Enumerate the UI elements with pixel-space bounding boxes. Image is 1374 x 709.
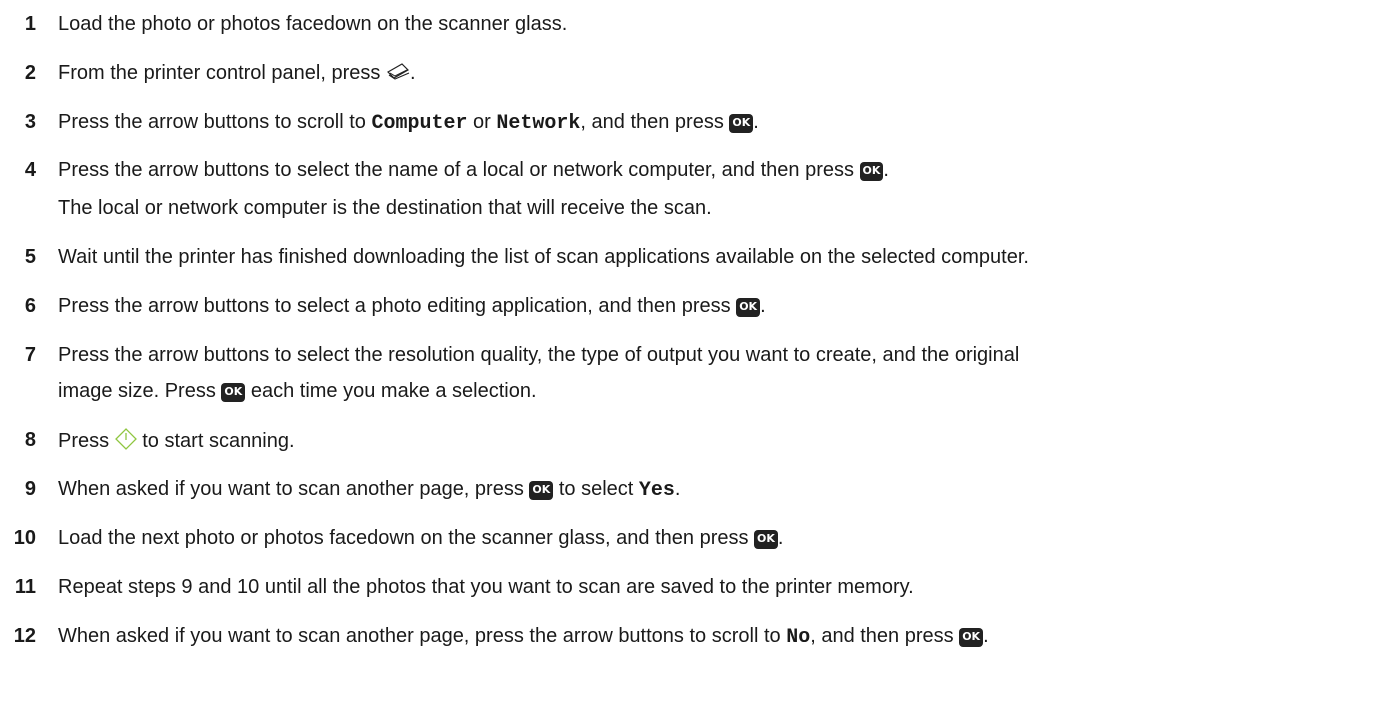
step-text: Press the arrow buttons to scroll to Com… [58, 110, 759, 136]
step-text-part: , and then press [810, 625, 954, 647]
step-text: Repeat steps 9 and 10 until all the phot… [58, 576, 914, 598]
step-text-part: Press the arrow buttons to scroll to [58, 111, 372, 133]
ok-button-icon: OK [221, 383, 246, 402]
step-text-part: each time you make a selection. [250, 380, 537, 402]
ok-button-icon: OK [736, 298, 761, 317]
step-text-part: . [760, 295, 766, 317]
step-text-part: to select [558, 478, 639, 500]
menu-option-no: No [786, 626, 811, 649]
step-text-part: image size. Press [58, 380, 216, 402]
ok-button-icon: OK [729, 114, 754, 133]
step-number: 10 [13, 527, 36, 549]
step-number: 11 [14, 576, 36, 598]
step-number: 5 [24, 246, 36, 268]
ok-button-icon: OK [959, 628, 984, 647]
step-text-part: to start scanning. [142, 430, 295, 452]
step-text: Press the arrow buttons to select the re… [58, 344, 1020, 366]
step-text-part: . [674, 478, 681, 500]
step-text-part: . [753, 111, 759, 133]
step-text-part: . [409, 62, 416, 84]
scan-icon [386, 62, 410, 88]
step-text-part: Press [58, 430, 110, 452]
menu-option-yes: Yes [638, 479, 675, 502]
step-text: Load the photo or photos facedown on the… [58, 13, 568, 35]
step-text-part: When asked if you want to scan another p… [58, 478, 524, 500]
step-text-part: or [467, 111, 497, 133]
step-text-part: When asked if you want to scan another p… [58, 625, 787, 647]
step-text: Wait until the printer has finished down… [58, 246, 1029, 268]
step-text-part: Press the arrow buttons to select the na… [58, 159, 854, 181]
step-number: 8 [24, 429, 36, 451]
step-text-part: Press the arrow buttons to select a phot… [58, 295, 731, 317]
step-number: 6 [24, 295, 36, 317]
step-text: From the printer control panel, press . [58, 61, 416, 88]
menu-option-computer: Computer [371, 112, 468, 135]
step-7-continuation: image size. Press OK each time you make … [58, 379, 537, 403]
step-number: 2 [24, 62, 36, 84]
menu-option-network: Network [496, 112, 581, 135]
ok-button-icon: OK [529, 481, 554, 500]
step-text-part: Load the next photo or photos facedown o… [58, 527, 749, 549]
step-text: Press to start scanning. [58, 428, 295, 456]
step-number: 4 [24, 159, 36, 181]
step-text-part: . [883, 159, 889, 181]
ok-button-icon: OK [859, 162, 884, 181]
step-number: 1 [24, 13, 36, 35]
step-text: Press the arrow buttons to select a phot… [58, 294, 766, 318]
step-number: 3 [24, 111, 36, 133]
step-text-part: From the printer control panel, press [58, 62, 381, 84]
step-text: When asked if you want to scan another p… [58, 477, 680, 503]
step-4-note: The local or network computer is the des… [58, 197, 712, 219]
instruction-document: 1 Load the photo or photos facedown on t… [0, 0, 1374, 709]
start-icon [114, 428, 137, 456]
step-text: Load the next photo or photos facedown o… [58, 526, 783, 550]
step-number: 9 [24, 478, 36, 500]
step-text-part: . [777, 527, 784, 549]
step-text: When asked if you want to scan another p… [58, 624, 989, 650]
step-text-part: . [983, 625, 989, 647]
step-number: 12 [13, 625, 36, 647]
ok-button-icon: OK [754, 530, 778, 549]
step-number: 7 [24, 344, 36, 366]
step-text-part: , and then press [580, 111, 724, 133]
step-text: Press the arrow buttons to select the na… [58, 158, 889, 182]
